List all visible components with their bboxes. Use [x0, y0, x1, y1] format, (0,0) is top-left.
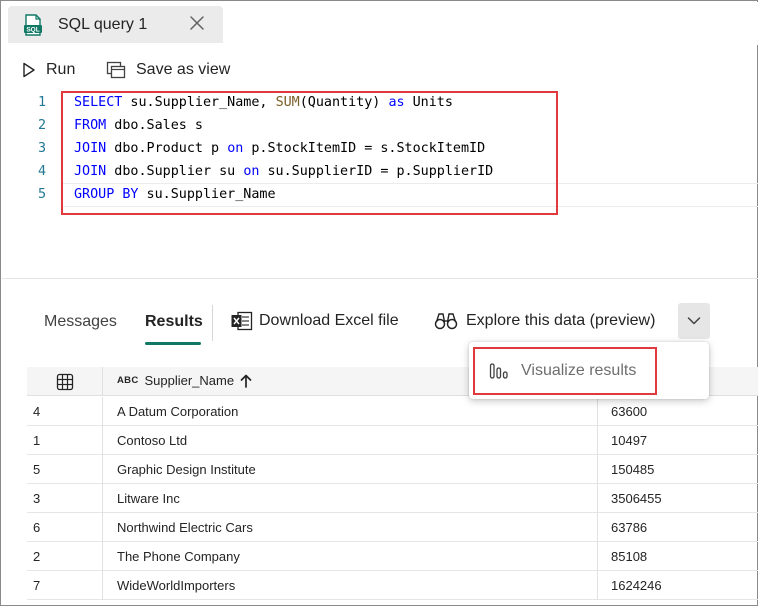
explore-data-label: Explore this data (preview): [466, 312, 656, 329]
units-cell: 85108: [597, 542, 758, 571]
save-as-view-label: Save as view: [136, 61, 231, 78]
units-cell: 1624246: [597, 571, 758, 600]
close-icon[interactable]: [188, 14, 206, 32]
column-header-supplier-name[interactable]: ABC Supplier_Name: [117, 373, 252, 388]
table-row[interactable]: 4 A Datum Corporation 63600: [27, 397, 758, 426]
units-cell: 63600: [597, 397, 758, 426]
binoculars-icon: [434, 313, 458, 330]
line-number: 1: [37, 95, 46, 110]
app-window: SQL SQL query 1 Run Save as view 1 SELEC…: [0, 0, 758, 606]
sql-editor[interactable]: 1 SELECT su.Supplier_Name, SUM(Quantity) …: [2, 91, 758, 279]
row-index-cell: 5: [27, 455, 103, 484]
download-excel-label: Download Excel file: [259, 312, 399, 329]
table-row[interactable]: 7 WideWorldImporters 1624246: [27, 571, 758, 600]
explore-dropdown-menu: Visualize results: [469, 342, 709, 399]
sort-ascending-icon[interactable]: [240, 374, 252, 388]
save-as-view-button[interactable]: Save as view: [106, 61, 230, 79]
line-number: 2: [37, 118, 46, 133]
explore-dropdown-button[interactable]: [678, 303, 710, 339]
tab-strip: SQL SQL query 1: [2, 2, 758, 45]
tab-messages[interactable]: Messages: [44, 313, 117, 331]
table-icon: [56, 373, 73, 390]
units-cell: 150485: [597, 455, 758, 484]
text-type-badge: ABC: [117, 375, 139, 386]
query-highlight-box: [61, 91, 558, 215]
row-index-cell: 4: [27, 397, 103, 426]
supplier-name-cell: Graphic Design Institute: [117, 462, 256, 477]
visualize-results-label: Visualize results: [521, 362, 637, 379]
line-number: 3: [37, 141, 46, 156]
sql-file-icon: SQL: [24, 14, 42, 36]
download-excel-button[interactable]: Download Excel file: [231, 311, 399, 331]
row-index-cell: 7: [27, 571, 103, 600]
explore-data-button[interactable]: Explore this data (preview): [434, 311, 655, 331]
select-all-cell[interactable]: [27, 367, 103, 396]
line-number: 5: [37, 187, 46, 202]
table-row[interactable]: 3 Litware Inc 3506455: [27, 484, 758, 513]
visualize-results-menu-item[interactable]: Visualize results: [473, 347, 657, 395]
chevron-down-icon: [687, 317, 701, 325]
tab-title: SQL query 1: [58, 16, 148, 33]
pane-divider[interactable]: [2, 278, 758, 279]
bar-chart-icon: [489, 363, 508, 379]
toolbar-separator: [212, 305, 213, 341]
sql-icon-text: SQL: [26, 27, 39, 34]
table-row[interactable]: 2 The Phone Company 85108: [27, 542, 758, 571]
supplier-name-cell: The Phone Company: [117, 549, 240, 564]
supplier-name-cell: WideWorldImporters: [117, 578, 236, 593]
table-row[interactable]: 5 Graphic Design Institute 150485: [27, 455, 758, 484]
supplier-name-cell: Contoso Ltd: [117, 433, 188, 448]
run-label: Run: [46, 61, 76, 78]
results-grid: ABC Supplier_Name 4A Datum Corporation 63…: [27, 367, 758, 600]
supplier-name-cell: A Datum Corporation: [117, 404, 239, 419]
row-index-cell: 2: [27, 542, 103, 571]
units-cell: 10497: [597, 426, 758, 455]
row-index-cell: 3: [27, 484, 103, 513]
play-icon: [23, 62, 35, 78]
row-index-cell: 1: [27, 426, 103, 455]
active-tab-indicator: [145, 342, 201, 345]
table-row[interactable]: 1 Contoso Ltd 10497: [27, 426, 758, 455]
supplier-name-cell: Northwind Electric Cars: [117, 520, 253, 535]
tab-sql-query[interactable]: SQL SQL query 1: [8, 6, 223, 43]
column-header-label: Supplier_Name: [144, 373, 235, 388]
row-index-cell: 6: [27, 513, 103, 542]
line-number: 4: [37, 164, 46, 179]
tab-results[interactable]: Results: [145, 313, 203, 331]
excel-icon: [231, 311, 253, 331]
supplier-name-cell: Litware Inc: [117, 491, 180, 506]
toolbar: Run Save as view: [2, 57, 758, 87]
units-cell: 63786: [597, 513, 758, 542]
table-row[interactable]: 6 Northwind Electric Cars 63786: [27, 513, 758, 542]
save-view-icon: [106, 61, 126, 79]
units-cell: 3506455: [597, 484, 758, 513]
run-button[interactable]: Run: [22, 61, 75, 79]
